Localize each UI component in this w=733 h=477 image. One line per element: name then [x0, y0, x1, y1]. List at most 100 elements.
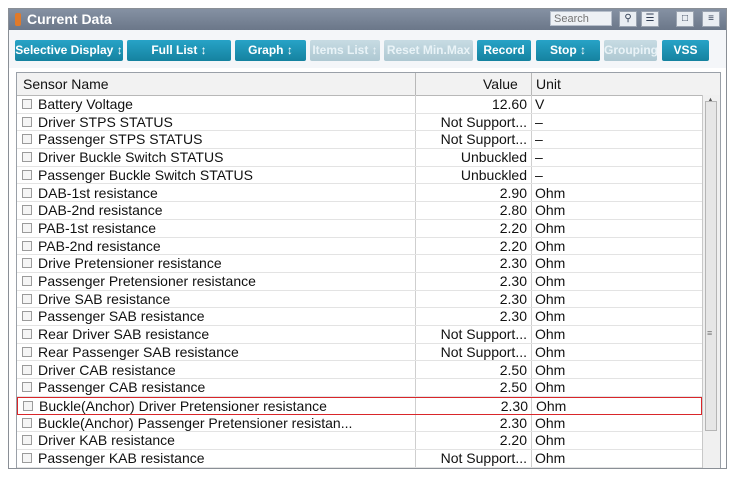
- current-data-window: Current Data ⚲ ☰ □ ≡ Selective Display ↕…: [8, 8, 727, 469]
- grouping-button[interactable]: Grouping: [604, 40, 657, 61]
- sensor-value: Not Support...: [440, 450, 527, 466]
- row-checkbox[interactable]: [22, 346, 32, 357]
- row-checkbox[interactable]: [22, 99, 32, 109]
- sensor-unit: Ohm: [535, 308, 566, 325]
- table-row[interactable]: Rear Driver SAB resistance Not Support...…: [17, 326, 702, 344]
- sensor-name: DAB-1st resistance: [38, 184, 158, 201]
- sensor-name: Driver STPS STATUS: [38, 113, 173, 130]
- table-row[interactable]: Passenger CAB resistance 2.50 Ohm: [17, 379, 702, 397]
- items-list-button[interactable]: Items List ↕: [310, 40, 380, 61]
- table-row[interactable]: Driver KAB resistance 2.20 Ohm: [17, 432, 702, 450]
- sensor-name: PAB-1st resistance: [38, 219, 157, 236]
- toolbar: Selective Display ↕ Full List ↕ Graph ↕ Ite…: [9, 30, 726, 68]
- sensor-unit: –: [535, 149, 543, 166]
- sensor-value: 2.30: [500, 397, 528, 414]
- grip-icon: ≡: [707, 328, 713, 338]
- sensor-name: DAB-2nd resistance: [38, 202, 163, 219]
- table-row[interactable]: PAB-1st resistance 2.20 Ohm: [17, 220, 702, 238]
- sensor-name: Battery Voltage: [38, 96, 133, 112]
- table-row[interactable]: DAB-2nd resistance 2.80 Ohm: [17, 202, 702, 220]
- table-row[interactable]: Driver Buckle Switch STATUS Unbuckled –: [17, 149, 702, 167]
- row-checkbox[interactable]: [22, 222, 32, 233]
- table-row[interactable]: Battery Voltage 12.60 V: [17, 96, 702, 114]
- row-checkbox[interactable]: [22, 258, 32, 269]
- graph-button[interactable]: Graph ↕: [235, 40, 306, 61]
- sensor-name: Driver KAB resistance: [38, 432, 175, 449]
- table-row[interactable]: Driver STPS STATUS Not Support... –: [17, 114, 702, 132]
- row-checkbox[interactable]: [22, 311, 32, 322]
- table-row[interactable]: Buckle(Anchor) Driver Pretensioner resis…: [17, 396, 702, 415]
- sensor-value: 2.30: [499, 308, 527, 325]
- table-header: Sensor Name Value Unit: [17, 73, 720, 96]
- sensor-value: Unbuckled: [460, 149, 527, 166]
- row-checkbox[interactable]: [22, 382, 32, 393]
- search-input[interactable]: [550, 11, 612, 26]
- row-checkbox[interactable]: [23, 400, 33, 411]
- row-checkbox[interactable]: [22, 293, 32, 304]
- scrollbar-thumb[interactable]: [705, 101, 717, 431]
- table-row[interactable]: Passenger SAB resistance 2.30 Ohm: [17, 308, 702, 327]
- menu-icon[interactable]: ≡: [702, 11, 720, 27]
- sensor-name: Passenger STPS STATUS: [38, 131, 203, 148]
- row-checkbox[interactable]: [22, 205, 32, 216]
- row-checkbox[interactable]: [22, 240, 32, 251]
- row-checkbox[interactable]: [22, 435, 32, 446]
- sensor-value: 2.90: [499, 184, 527, 201]
- list-icon[interactable]: ☰: [641, 11, 659, 27]
- sensor-value: 2.30: [499, 273, 527, 289]
- row-checkbox[interactable]: [22, 169, 32, 180]
- save-icon[interactable]: □: [676, 11, 694, 27]
- table-row[interactable]: Passenger Pretensioner resistance 2.30 Ohm: [17, 273, 702, 291]
- sensor-value: 2.50: [499, 361, 527, 378]
- table-row[interactable]: DAB-1st resistance 2.90 Ohm: [17, 185, 702, 203]
- header-unit[interactable]: Unit: [536, 76, 561, 92]
- sensor-unit: Ohm: [535, 255, 566, 272]
- zoom-icon[interactable]: ⚲: [619, 11, 637, 27]
- row-checkbox[interactable]: [22, 453, 32, 463]
- sensor-value: Not Support...: [440, 131, 527, 148]
- header-value[interactable]: Value: [483, 76, 518, 92]
- sensor-value: Not Support...: [440, 326, 527, 343]
- record-button[interactable]: Record: [477, 40, 531, 61]
- title-bar: Current Data ⚲ ☰ □ ≡: [9, 9, 726, 30]
- table-row[interactable]: Drive Pretensioner resistance 2.30 Ohm: [17, 255, 702, 273]
- header-sensor-name[interactable]: Sensor Name: [23, 76, 109, 92]
- table-row[interactable]: Passenger KAB resistance Not Support... Oh…: [17, 450, 702, 468]
- sensor-table: Sensor Name Value Unit Battery Voltage 12…: [16, 72, 721, 468]
- vertical-scrollbar[interactable]: ▲ ≡: [702, 95, 720, 468]
- sensor-value: 2.30: [499, 255, 527, 272]
- sensor-value: 2.30: [499, 414, 527, 431]
- stop-button[interactable]: Stop ↕: [536, 40, 600, 61]
- row-checkbox[interactable]: [22, 329, 32, 340]
- row-checkbox[interactable]: [22, 364, 32, 375]
- sensor-unit: Ohm: [535, 219, 566, 236]
- sensor-unit: Ohm: [536, 397, 567, 414]
- row-checkbox[interactable]: [22, 116, 32, 127]
- table-row[interactable]: PAB-2nd resistance 2.20 Ohm: [17, 238, 702, 256]
- selective-display-button[interactable]: Selective Display ↕: [15, 40, 123, 61]
- table-row[interactable]: Rear Passenger SAB resistance Not Support…: [17, 344, 702, 362]
- table-row[interactable]: Buckle(Anchor) Passenger Pretensioner re…: [17, 415, 702, 433]
- table-row[interactable]: Passenger Buckle Switch STATUS Unbuckled –: [17, 167, 702, 185]
- sensor-value: 2.50: [499, 379, 527, 396]
- sensor-value: Unbuckled: [460, 166, 527, 183]
- sensor-name: Drive SAB resistance: [38, 290, 171, 307]
- row-checkbox[interactable]: [22, 276, 32, 286]
- sensor-name: Driver Buckle Switch STATUS: [38, 149, 224, 166]
- row-checkbox[interactable]: [22, 417, 32, 428]
- sensor-unit: Ohm: [535, 414, 566, 431]
- sensor-value: 2.20: [499, 432, 527, 449]
- row-checkbox[interactable]: [22, 134, 32, 145]
- full-list-button[interactable]: Full List ↕: [127, 40, 231, 61]
- sensor-unit: –: [535, 113, 543, 130]
- table-row[interactable]: Passenger STPS STATUS Not Support... –: [17, 131, 702, 150]
- table-row[interactable]: Drive SAB resistance 2.30 Ohm: [17, 291, 702, 309]
- sensor-unit: Ohm: [535, 361, 566, 378]
- reset-min-max-button[interactable]: Reset Min.Max: [384, 40, 473, 61]
- row-checkbox[interactable]: [22, 187, 32, 198]
- table-row[interactable]: Driver CAB resistance 2.50 Ohm: [17, 362, 702, 380]
- sensor-name: Buckle(Anchor) Passenger Pretensioner re…: [38, 414, 353, 431]
- row-checkbox[interactable]: [22, 152, 32, 163]
- vss-button[interactable]: VSS: [662, 40, 709, 61]
- sensor-value: 2.30: [499, 290, 527, 307]
